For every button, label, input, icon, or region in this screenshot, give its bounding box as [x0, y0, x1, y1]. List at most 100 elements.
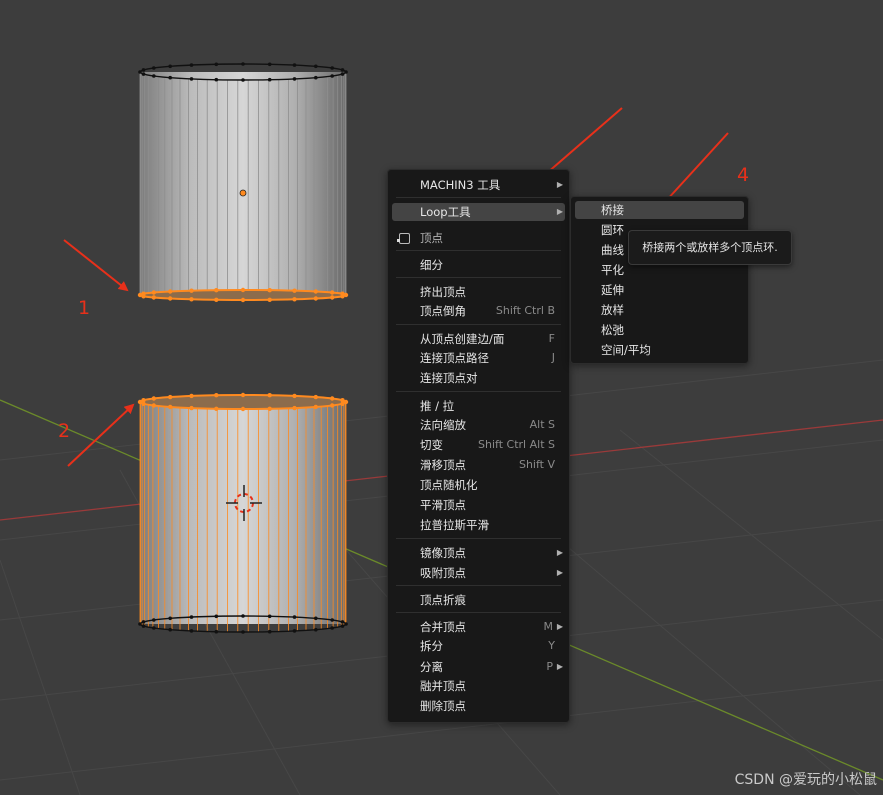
- menu-item-label: 顶点随机化: [420, 478, 478, 492]
- selected-vertex: [240, 297, 246, 303]
- menu-item-label: 镜像顶点: [420, 546, 466, 560]
- bridge-tooltip: 桥接两个或放样多个顶点环.: [628, 230, 792, 265]
- vertex: [292, 629, 297, 633]
- menu-item-shortcut: J: [551, 351, 555, 364]
- vertex: [168, 75, 172, 80]
- vertex: [330, 74, 335, 78]
- menu-item-label: 拆分: [420, 639, 443, 653]
- vertex: [152, 626, 156, 630]
- menu-item-bevel-vertices[interactable]: 顶点倒角 Shift Ctrl B: [392, 302, 565, 320]
- menu-separator: [396, 538, 561, 539]
- menu-item-merge-vertices[interactable]: 合并顶点 M ▶: [392, 618, 565, 636]
- menu-item-label: 滑移顶点: [420, 458, 466, 472]
- menu-item-shortcut: Shift V: [518, 458, 555, 471]
- menu-item-label: 合并顶点: [420, 620, 466, 634]
- vertex: [314, 627, 318, 632]
- submenu-item-label: 平化: [601, 263, 624, 277]
- selected-vertex: [292, 393, 297, 399]
- vertex: [267, 614, 272, 619]
- vertex: [189, 77, 194, 81]
- annotation-label-2: 2: [58, 420, 71, 442]
- vertex: [314, 616, 318, 621]
- vertex: [340, 72, 345, 76]
- menu-item-label: 法向缩放: [420, 418, 466, 432]
- loop-tools-submenu: 桥接 圆环 曲线 平化 延伸 放样 松弛 空间/平均: [570, 196, 749, 364]
- selected-vertex: [151, 290, 156, 295]
- vertex: [141, 72, 146, 76]
- selected-vertex: [330, 295, 335, 300]
- menu-item-shortcut: Shift Ctrl Alt S: [478, 438, 555, 451]
- vertex: [189, 63, 194, 67]
- menu-item-randomize-vertices[interactable]: 顶点随机化: [392, 476, 565, 494]
- vertex: [292, 77, 297, 81]
- vertex: [330, 618, 335, 622]
- submenu-item-relax[interactable]: 松弛: [575, 321, 744, 339]
- vertex: [141, 620, 146, 624]
- menu-separator: [396, 324, 561, 325]
- menu-item-separate[interactable]: 分离 P ▶: [392, 658, 565, 676]
- selected-vertex: [151, 403, 156, 408]
- menu-item-shortcut: Shift Ctrl B: [495, 304, 555, 317]
- submenu-item-space[interactable]: 空间/平均: [575, 341, 744, 359]
- selected-vertex: [240, 406, 246, 412]
- menu-item-shortcut: P: [546, 660, 553, 673]
- selected-vertex: [330, 403, 335, 408]
- vertex: [314, 64, 318, 69]
- submenu-item-bridge[interactable]: 桥接: [575, 201, 744, 219]
- selected-vertex: [189, 405, 194, 411]
- menu-separator: [396, 612, 561, 613]
- selected-vertex: [313, 289, 318, 294]
- selected-vertex: [151, 295, 156, 300]
- menu-item-mirror-vertices[interactable]: 镜像顶点 ▶: [392, 544, 565, 562]
- menu-item-shear[interactable]: 切变 Shift Ctrl Alt S: [392, 436, 565, 454]
- menu-item-split[interactable]: 拆分 Y: [392, 637, 565, 655]
- menu-separator: [396, 277, 561, 278]
- menu-item-shortcut: F: [548, 332, 555, 345]
- menu-item-vertex-crease[interactable]: 顶点折痕: [392, 591, 565, 609]
- submenu-item-loft[interactable]: 放样: [575, 301, 744, 319]
- menu-item-push-pull[interactable]: 推 / 拉: [392, 397, 565, 415]
- menu-item-dissolve-vertices[interactable]: 融并顶点: [392, 677, 565, 695]
- menu-item-machin3-tools[interactable]: MACHIN3 工具 ▶: [392, 176, 565, 194]
- selected-vertex: [189, 393, 194, 399]
- menu-item-slide-vertices[interactable]: 滑移顶点 Shift V: [392, 456, 565, 474]
- submenu-arrow-icon: ▶: [556, 207, 563, 216]
- menu-item-subdivide[interactable]: 细分: [392, 256, 565, 274]
- menu-item-shrink-fatten[interactable]: 法向缩放 Alt S: [392, 416, 565, 434]
- submenu-item-label: 放样: [601, 303, 624, 317]
- menu-item-delete-vertices[interactable]: 删除顶点: [392, 697, 565, 715]
- selected-vertex: [267, 297, 272, 302]
- menu-item-new-edge-face[interactable]: 从顶点创建边/面 F: [392, 330, 565, 348]
- menu-separator: [396, 391, 561, 392]
- menu-item-laplacian-smooth[interactable]: 拉普拉斯平滑: [392, 516, 565, 534]
- submenu-arrow-icon: ▶: [556, 568, 563, 577]
- menu-item-connect-vertex-pairs[interactable]: 连接顶点对: [392, 369, 565, 387]
- menu-item-label: 融并顶点: [420, 679, 466, 693]
- submenu-arrow-icon: ▶: [556, 622, 563, 631]
- vertex-select-icon: [397, 233, 410, 244]
- selected-vertex: [340, 398, 345, 403]
- menu-item-smooth-vertices[interactable]: 平滑顶点: [392, 496, 565, 514]
- selected-vertex: [313, 296, 318, 301]
- menu-item-loop-tools[interactable]: Loop工具 ▶: [392, 203, 565, 221]
- vertex: [344, 622, 348, 626]
- selected-vertex: [168, 296, 173, 301]
- menu-item-connect-vertex-path[interactable]: 连接顶点路径 J: [392, 349, 565, 367]
- menu-item-label: 平滑顶点: [420, 498, 466, 512]
- vertex-context-menu: MACHIN3 工具 ▶ Loop工具 ▶ 顶点 细分 挤出顶点 顶点倒角 Sh…: [387, 169, 570, 723]
- menu-item-label: 切变: [420, 438, 443, 452]
- menu-item-shortcut: Y: [548, 639, 555, 652]
- selected-vertex: [189, 288, 194, 293]
- menu-item-label: MACHIN3 工具: [420, 178, 501, 192]
- vertex: [340, 68, 345, 72]
- menu-item-extrude-vertices[interactable]: 挤出顶点: [392, 283, 565, 301]
- submenu-item-gstretch[interactable]: 延伸: [575, 281, 744, 299]
- menu-item-label: 顶点折痕: [420, 593, 466, 607]
- selected-vertex: [330, 290, 335, 295]
- vertex: [340, 624, 345, 628]
- menu-item-snap-vertices[interactable]: 吸附顶点 ▶: [392, 564, 565, 582]
- vertex: [241, 614, 245, 618]
- menu-separator: [396, 250, 561, 251]
- selected-vertex: [141, 291, 146, 296]
- bottom-cylinder: [137, 392, 349, 634]
